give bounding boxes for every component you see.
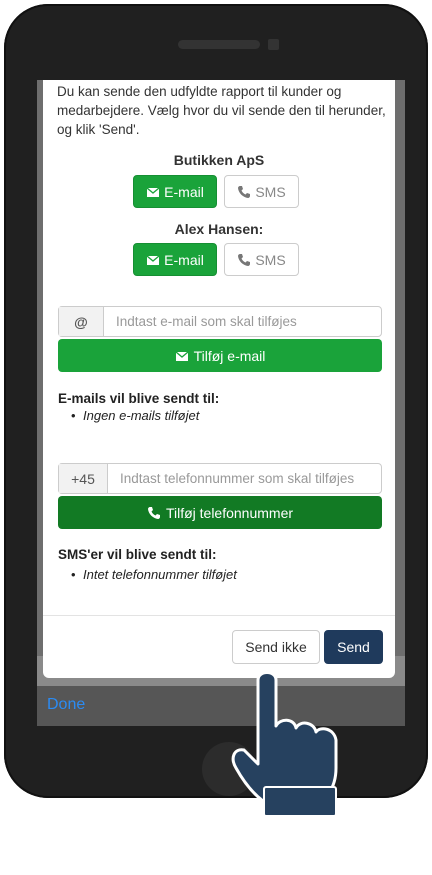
send-button[interactable]: Send	[324, 630, 383, 664]
envelope-icon	[175, 351, 189, 361]
done-button[interactable]: Done	[47, 696, 85, 714]
email-input-group: @ Indtast e-mail som skal tilføjes	[58, 306, 382, 337]
footer-divider	[43, 615, 395, 616]
recipient-email-button[interactable]: E-mail	[133, 175, 217, 208]
envelope-icon	[146, 255, 160, 265]
phone-speaker	[178, 40, 260, 49]
recipient-name: Butikken ApS	[173, 152, 265, 168]
sms-button-label: SMS	[255, 251, 286, 268]
email-button-label: E-mail	[164, 251, 204, 268]
hand-cuff	[263, 786, 337, 817]
recipient-sms-button[interactable]: SMS	[224, 243, 299, 276]
email-list-title: E-mails vil blive sendt til:	[58, 391, 220, 406]
sms-list-empty: Intet telefonnummer tilføjet	[71, 567, 237, 582]
sms-button-label: SMS	[255, 183, 286, 200]
phone-icon	[147, 506, 160, 519]
phone-icon	[238, 185, 251, 198]
sms-list-title: SMS'er vil blive sendt til:	[58, 547, 217, 562]
phone-input-group: +45 Indtast telefonnummer som skal tilfø…	[58, 463, 382, 494]
dont-send-button[interactable]: Send ikke	[232, 630, 320, 664]
email-button-label: E-mail	[164, 183, 204, 200]
add-phone-label: Tilføj telefonnummer	[165, 504, 294, 521]
intro-text: Du kan sende den udfyldte rapport til ku…	[57, 84, 386, 137]
recipient-email-button[interactable]: E-mail	[133, 243, 217, 276]
envelope-icon	[146, 187, 160, 197]
email-list-empty: Ingen e-mails tilføjet	[71, 408, 199, 423]
add-email-button[interactable]: Tilføj e-mail	[58, 339, 382, 372]
phone-frame: Done Du kan sende den udfyldte rapport t…	[4, 4, 428, 798]
recipient-name: Alex Hansen:	[174, 221, 264, 237]
phone-camera	[268, 39, 279, 50]
keyboard-accessory-bar: Done	[37, 686, 405, 726]
at-addon: @	[59, 307, 104, 336]
phone-screen: Done Du kan sende den udfyldte rapport t…	[37, 80, 405, 726]
send-report-modal: Du kan sende den udfyldte rapport til ku…	[43, 80, 395, 678]
country-code-addon: +45	[59, 464, 108, 493]
phone-icon	[238, 253, 251, 266]
email-input[interactable]: Indtast e-mail som skal tilføjes	[104, 307, 381, 336]
add-email-label: Tilføj e-mail	[193, 347, 266, 364]
recipient-sms-button[interactable]: SMS	[224, 175, 299, 208]
add-phone-button[interactable]: Tilføj telefonnummer	[58, 496, 382, 529]
phone-input[interactable]: Indtast telefonnummer som skal tilføjes	[108, 464, 381, 493]
